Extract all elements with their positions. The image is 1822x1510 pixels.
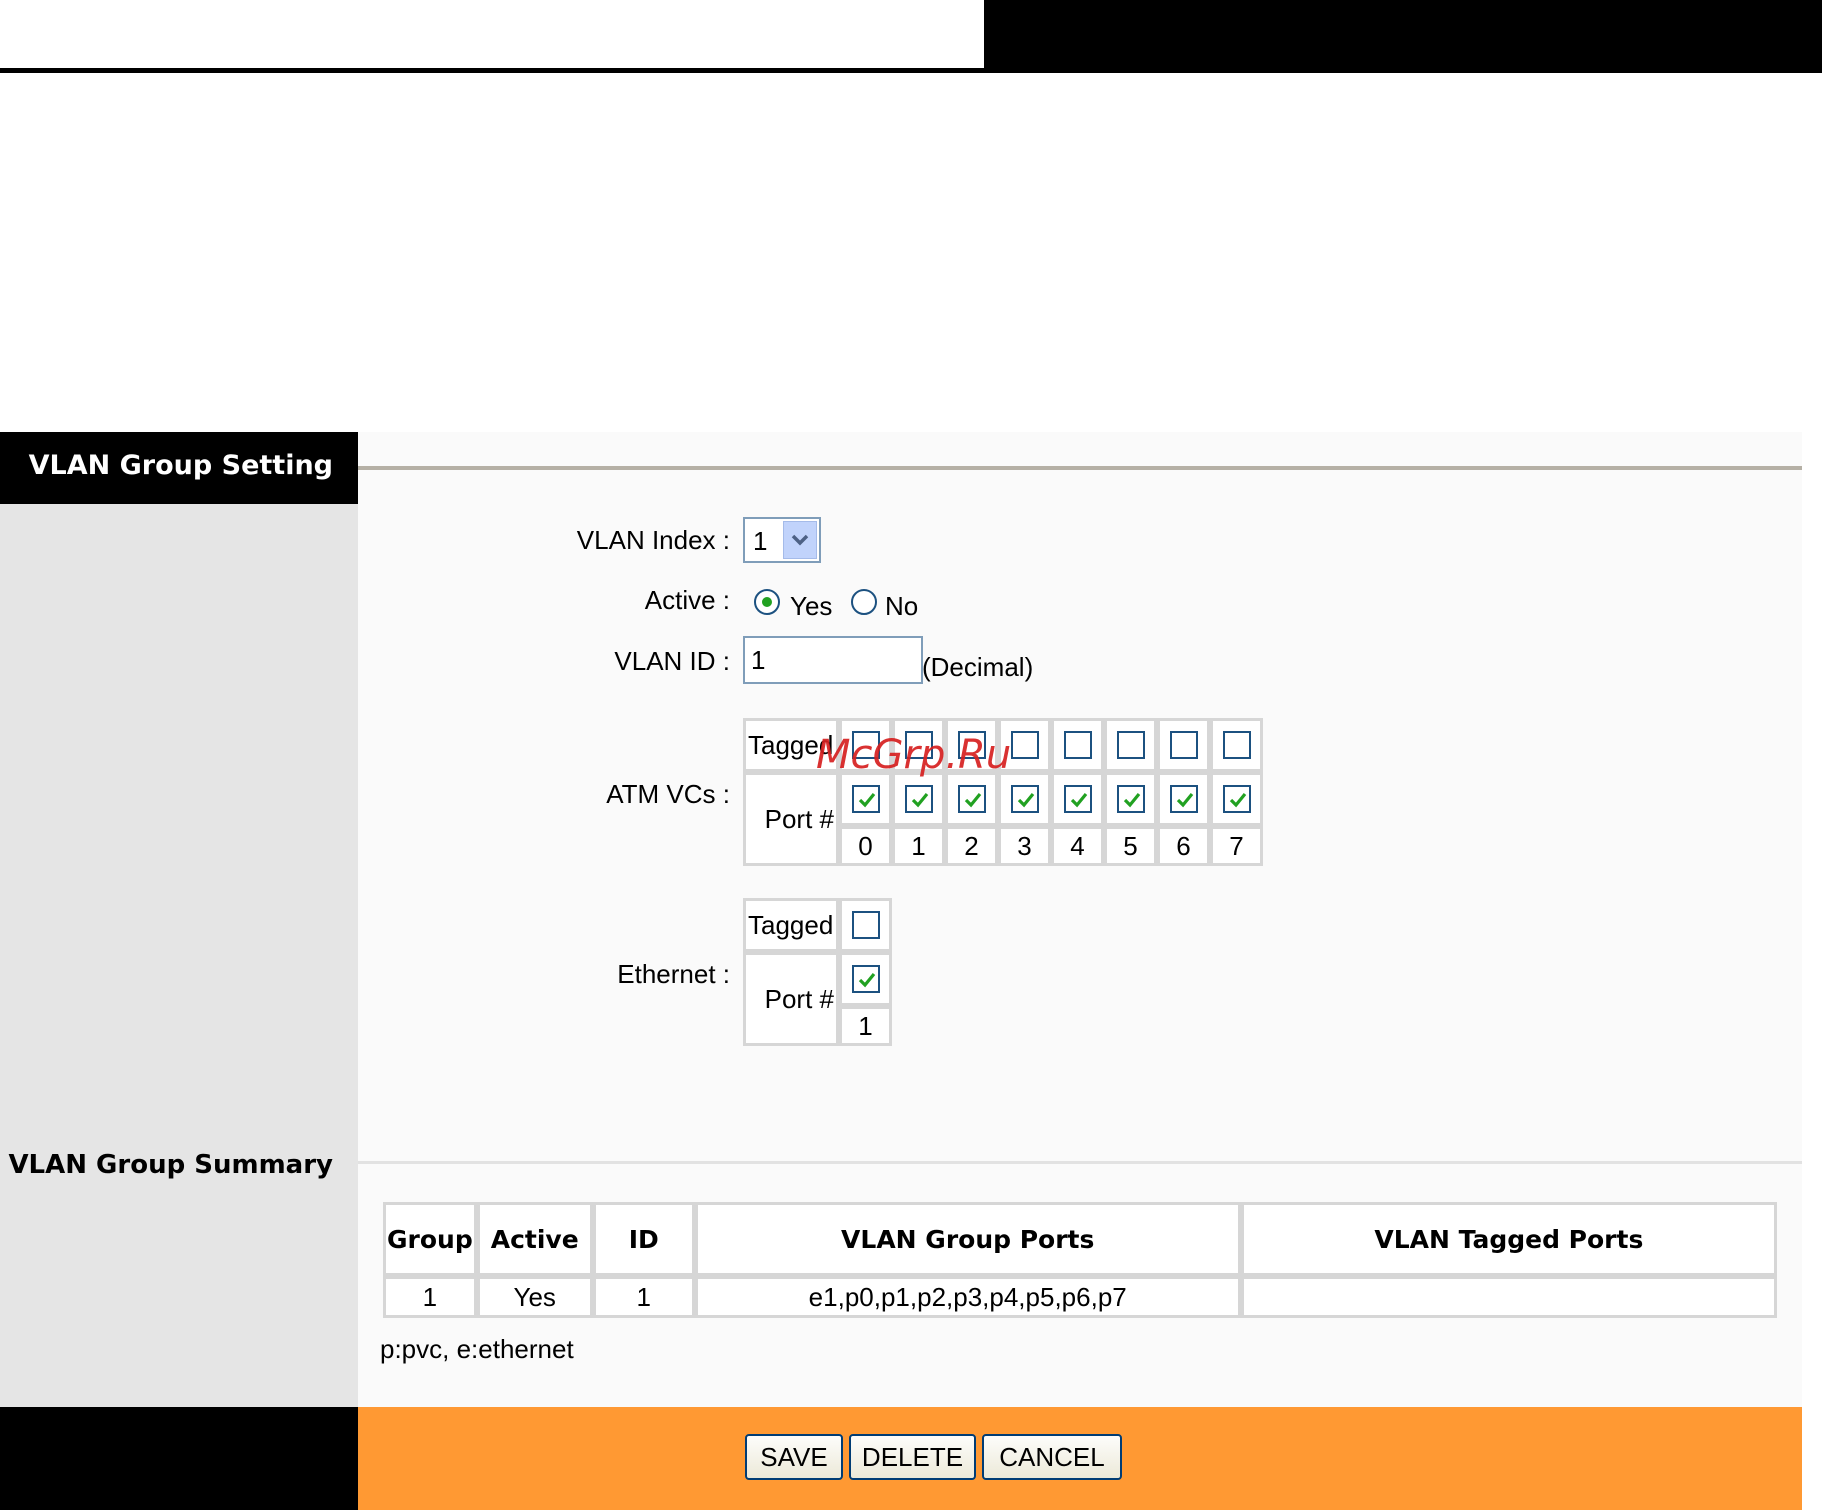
summary-header: VLAN Tagged Ports <box>1240 1202 1777 1276</box>
header-black-bar <box>984 0 1822 72</box>
atm-port-number: 3 <box>998 826 1051 866</box>
atm-member-checkbox-4[interactable] <box>1063 785 1092 813</box>
summary-cell <box>1240 1276 1777 1318</box>
active-no-radio[interactable] <box>851 589 877 615</box>
eth-port-header: Port # <box>743 952 839 1046</box>
chevron-down-icon[interactable] <box>783 521 817 559</box>
atm-tagged-cell <box>1210 718 1263 772</box>
eth-member-checkbox-0[interactable] <box>851 965 880 993</box>
atm-member-cell <box>839 772 892 826</box>
delete-button[interactable]: DELETE <box>849 1434 976 1480</box>
active-no-label: No <box>885 591 919 621</box>
atm-member-checkbox-2[interactable] <box>957 785 986 813</box>
summary-cell: e1,p0,p1,p2,p3,p4,p5,p6,p7 <box>694 1276 1241 1318</box>
atm-member-cell <box>1051 772 1104 826</box>
eth-tagged-checkbox-0[interactable] <box>851 911 880 939</box>
eth-tagged-cell <box>839 898 892 952</box>
ethernet-port-grid: Tagged Port # 1 <box>743 898 892 1046</box>
atm-member-cell <box>998 772 1051 826</box>
vlan-id-label: VLAN ID : <box>614 646 730 676</box>
vlan-index-select[interactable]: 1 <box>743 517 821 563</box>
active-yes-radio[interactable] <box>754 589 780 615</box>
table-row: 1 Yes 1 e1,p0,p1,p2,p3,p4,p5,p6,p7 <box>383 1276 1777 1318</box>
checkmark-icon <box>858 972 875 988</box>
checkmark-icon <box>858 792 875 808</box>
atm-member-cell <box>1157 772 1210 826</box>
vlan-index-value: 1 <box>753 526 768 556</box>
section-title: VLAN Group Setting <box>28 450 333 481</box>
summary-cell: 1 <box>592 1276 695 1318</box>
checkmark-icon <box>1176 792 1193 808</box>
atm-member-cell <box>1104 772 1157 826</box>
atm-port-number: 2 <box>945 826 998 866</box>
content-divider <box>358 466 1802 470</box>
checkmark-icon <box>964 792 981 808</box>
summary-note: p:pvc, e:ethernet <box>380 1334 574 1364</box>
atm-tagged-checkbox-7[interactable] <box>1222 731 1251 759</box>
atm-member-checkbox-1[interactable] <box>904 785 933 813</box>
summary-header: VLAN Group Ports <box>694 1202 1241 1276</box>
summary-divider <box>358 1161 1802 1164</box>
vlan-summary-table: Group Active ID VLAN Group Ports VLAN Ta… <box>383 1202 1777 1318</box>
cancel-button[interactable]: CANCEL <box>982 1434 1122 1480</box>
atm-port-number: 1 <box>892 826 945 866</box>
watermark: McGrp.Ru <box>816 732 1012 778</box>
radio-selected-dot <box>762 597 772 607</box>
atm-tagged-checkbox-6[interactable] <box>1169 731 1198 759</box>
atm-member-checkbox-5[interactable] <box>1116 785 1145 813</box>
atm-tagged-checkbox-3[interactable] <box>1010 731 1039 759</box>
atm-tagged-checkbox-5[interactable] <box>1116 731 1145 759</box>
summary-title: VLAN Group Summary <box>8 1150 333 1180</box>
atm-port-number: 7 <box>1210 826 1263 866</box>
atm-port-number: 5 <box>1104 826 1157 866</box>
checkmark-icon <box>1017 792 1034 808</box>
vlan-id-input[interactable] <box>743 636 923 684</box>
checkmark-icon <box>1229 792 1246 808</box>
sidebar <box>0 432 358 1407</box>
vlan-id-unit: (Decimal) <box>922 652 1034 682</box>
atm-member-checkbox-7[interactable] <box>1222 785 1251 813</box>
eth-port-number: 1 <box>839 1006 892 1046</box>
checkmark-icon <box>1070 792 1087 808</box>
summary-cell: Yes <box>476 1276 593 1318</box>
vlan-index-label: VLAN Index : <box>576 525 730 555</box>
summary-cell: 1 <box>383 1276 477 1318</box>
atm-tagged-cell <box>1157 718 1210 772</box>
active-label: Active : <box>644 585 730 615</box>
atm-port-number: 0 <box>839 826 892 866</box>
summary-header: ID <box>592 1202 695 1276</box>
atm-tagged-cell <box>1051 718 1104 772</box>
atm-member-cell <box>892 772 945 826</box>
atm-member-checkbox-6[interactable] <box>1169 785 1198 813</box>
ethernet-label: Ethernet : <box>617 959 730 989</box>
atm-port-header: Port # <box>743 772 839 866</box>
summary-header: Active <box>476 1202 593 1276</box>
eth-tagged-header: Tagged <box>743 898 839 952</box>
atm-member-cell <box>1210 772 1263 826</box>
atm-member-cell <box>945 772 998 826</box>
atm-vcs-label: ATM VCs : <box>606 779 730 809</box>
atm-member-checkbox-0[interactable] <box>851 785 880 813</box>
checkmark-icon <box>1123 792 1140 808</box>
atm-tagged-checkbox-4[interactable] <box>1063 731 1092 759</box>
footer-black-bar <box>0 1407 358 1510</box>
atm-port-number: 4 <box>1051 826 1104 866</box>
summary-header: Group <box>383 1202 477 1276</box>
checkmark-icon <box>911 792 928 808</box>
save-button[interactable]: SAVE <box>745 1434 843 1480</box>
eth-member-cell <box>839 952 892 1006</box>
active-yes-label: Yes <box>790 591 833 621</box>
atm-member-checkbox-3[interactable] <box>1010 785 1039 813</box>
atm-port-number: 6 <box>1157 826 1210 866</box>
header-rule <box>0 68 1822 73</box>
atm-tagged-cell <box>1104 718 1157 772</box>
